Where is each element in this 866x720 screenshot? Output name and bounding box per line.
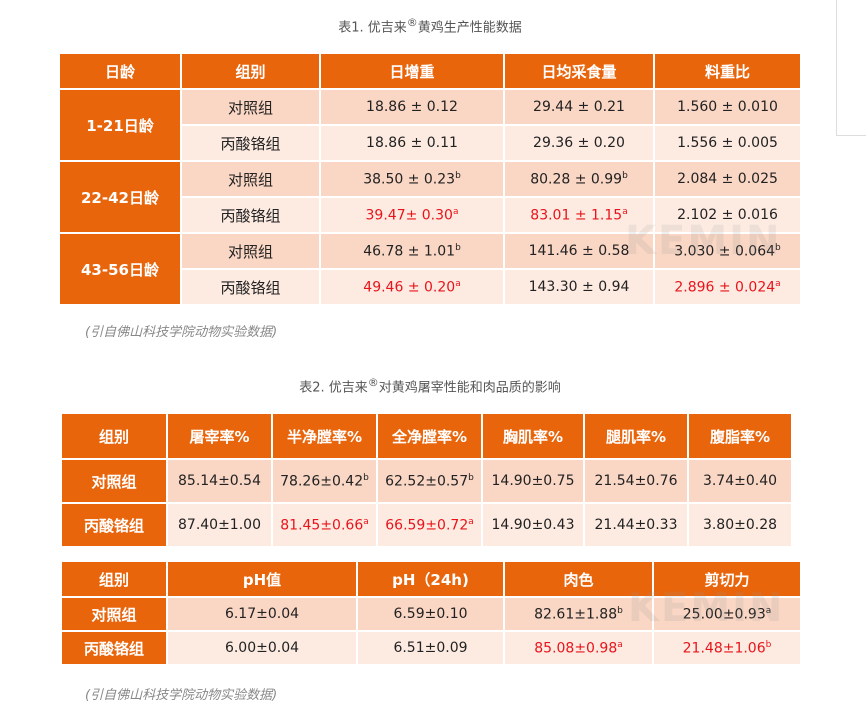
- group-label: 丙酸铬组: [62, 632, 166, 664]
- data-cell: 143.30 ± 0.94: [505, 270, 653, 304]
- data-cell: 29.44 ± 0.21: [505, 90, 653, 124]
- data-cell: 29.36 ± 0.20: [505, 126, 653, 160]
- data-cell: 18.86 ± 0.12: [321, 90, 503, 124]
- kemin-watermark-2: KEMIN: [628, 585, 785, 631]
- column-header: 组别: [62, 562, 166, 596]
- data-cell: 38.50 ± 0.23b: [321, 162, 503, 196]
- table2-slaughter-performance: 组别 屠宰率% 半净膛率% 全净膛率% 胸肌率% 腿肌率% 腹脂率% 对照组 85.14±0.…: [60, 412, 793, 548]
- data-cell: 39.47± 0.30a: [321, 198, 503, 232]
- age-group-label: 22-42日龄: [60, 162, 180, 232]
- group-label: 丙酸铬组: [182, 198, 319, 232]
- data-cell: 3.80±0.28: [689, 504, 791, 546]
- kemin-watermark: KEMIN: [625, 218, 782, 264]
- data-cell: 21.44±0.33: [585, 504, 687, 546]
- column-header: 胸肌率%: [483, 414, 583, 458]
- column-header: 腹脂率%: [689, 414, 791, 458]
- data-cell: 14.90±0.75: [483, 460, 583, 502]
- group-label: 丙酸铬组: [62, 504, 166, 546]
- table-row: 对照组 85.14±0.54 78.26±0.42b 62.52±0.57b 14.90…: [62, 460, 791, 502]
- column-header: 全净膛率%: [378, 414, 481, 458]
- table-row: 1-21日龄 对照组 18.86 ± 0.12 29.44 ± 0.21 1.560 ±…: [60, 90, 800, 160]
- data-cell: 78.26±0.42b: [273, 460, 376, 502]
- data-cell: 6.17±0.04: [168, 598, 356, 630]
- data-cell: 66.59±0.72a: [378, 504, 481, 546]
- group-label: 对照组: [182, 234, 319, 268]
- data-cell: 49.46 ± 0.20a: [321, 270, 503, 304]
- table1-header-age: 日龄: [60, 54, 180, 88]
- data-cell: 2.896 ± 0.024a: [655, 270, 800, 304]
- data-cell: 2.084 ± 0.025: [655, 162, 800, 196]
- data-cell: 6.00±0.04: [168, 632, 356, 664]
- data-cell: 21.54±0.76: [585, 460, 687, 502]
- age-group-label: 1-21日龄: [60, 90, 180, 160]
- table-row: 丙酸铬组 6.00±0.04 6.51±0.09 85.08±0.98a 21.48±1…: [62, 632, 800, 664]
- data-cell: 14.90±0.43: [483, 504, 583, 546]
- table-row: 丙酸铬组 87.40±1.00 81.45±0.66a 66.59±0.72a 14.9…: [62, 504, 791, 546]
- table2-source-note: (引自佛山科技学院动物实验数据): [85, 688, 278, 703]
- data-cell: 62.52±0.57b: [378, 460, 481, 502]
- age-group-label: 43-56日龄: [60, 234, 180, 304]
- table1-header-feed-intake: 日均采食量: [505, 54, 653, 88]
- data-cell: 6.51±0.09: [358, 632, 503, 664]
- data-cell: 85.08±0.98a: [505, 632, 652, 664]
- table1: 日龄 组别 日增重 日均采食量 料重比 1-21日龄 对照组 18.86 ± 0.1…: [58, 52, 802, 306]
- group-label: 对照组: [62, 598, 166, 630]
- group-label: 丙酸铬组: [182, 126, 319, 160]
- group-label: 丙酸铬组: [182, 270, 319, 304]
- column-header: 半净膛率%: [273, 414, 376, 458]
- table2-caption: 表2. 优吉来®对黄鸡屠宰性能和肉品质的影响: [299, 376, 561, 396]
- table1-header-daily-gain: 日增重: [321, 54, 503, 88]
- data-cell: 85.14±0.54: [168, 460, 271, 502]
- column-header: 腿肌率%: [585, 414, 687, 458]
- table1-caption: 表1. 优吉来®黄鸡生产性能数据: [338, 16, 522, 36]
- data-cell: 87.40±1.00: [168, 504, 271, 546]
- data-cell: 3.74±0.40: [689, 460, 791, 502]
- data-cell: 46.78 ± 1.01b: [321, 234, 503, 268]
- table1-header-feed-ratio: 料重比: [655, 54, 800, 88]
- table1-source-note: (引自佛山科技学院动物实验数据): [85, 325, 278, 340]
- data-cell: 1.556 ± 0.005: [655, 126, 800, 160]
- table-row: 22-42日龄 对照组 38.50 ± 0.23b 80.28 ± 0.99b 2.08…: [60, 162, 800, 232]
- column-header: pH（24h): [358, 562, 503, 596]
- data-cell: 6.59±0.10: [358, 598, 503, 630]
- data-cell: 80.28 ± 0.99b: [505, 162, 653, 196]
- group-label: 对照组: [182, 90, 319, 124]
- table1-header-group: 组别: [182, 54, 319, 88]
- side-panel-edge: [836, 0, 866, 136]
- column-header: 屠宰率%: [168, 414, 271, 458]
- data-cell: 21.48±1.06b: [654, 632, 800, 664]
- column-header: 组别: [62, 414, 166, 458]
- group-label: 对照组: [182, 162, 319, 196]
- column-header: pH值: [168, 562, 356, 596]
- data-cell: 81.45±0.66a: [273, 504, 376, 546]
- group-label: 对照组: [62, 460, 166, 502]
- data-cell: 18.86 ± 0.11: [321, 126, 503, 160]
- data-cell: 1.560 ± 0.010: [655, 90, 800, 124]
